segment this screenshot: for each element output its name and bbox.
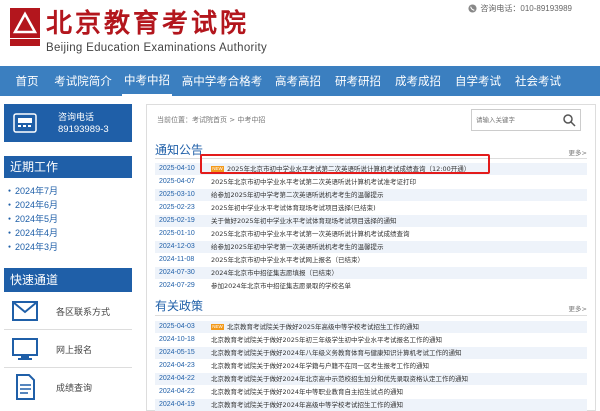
- row-title[interactable]: 关于做好2025年初中学业水平考试体育现场考试项目选择的通知: [211, 215, 397, 227]
- notice-more-link[interactable]: 更多>: [569, 147, 587, 157]
- notice-row[interactable]: 2025-02-23 2025年初中学业水平考试体育现场考试项目选择(已结束): [155, 202, 587, 214]
- notice-row[interactable]: 2024-07-29 参加2024年北京市中招征集志愿录取的学校名单: [155, 280, 587, 292]
- row-date: 2025-02-19: [159, 217, 195, 224]
- search-icon[interactable]: [562, 113, 576, 127]
- row-title[interactable]: 北京教育考试院关于做好2024年学籍与户籍不在同一区考生报考工作的通知: [211, 360, 429, 372]
- row-date: 2025-04-07: [159, 178, 195, 185]
- policy-row[interactable]: 2024-04-23 北京教育考试院关于做好2024年学籍与户籍不在同一区考生报…: [155, 360, 587, 372]
- row-date: 2024-12-03: [159, 243, 195, 250]
- row-date: 2024-11-08: [159, 256, 195, 263]
- month-item[interactable]: 2024年6月: [8, 198, 58, 211]
- header-hotline: 咨询电话：010-89193989: [468, 3, 572, 14]
- policy-row[interactable]: 2024-04-22 北京教育考试院关于做好2024年中等职业教育自主招生试点的…: [155, 386, 587, 398]
- hotline-number: 89193989-3: [58, 124, 109, 135]
- breadcrumb: 当前位置：考试院首页 > 中考中招: [157, 116, 266, 124]
- notice-row[interactable]: 2025-01-10 2025年北京市初中学业水平考试第一次英语听说计算机考试成…: [155, 228, 587, 240]
- row-title[interactable]: 2024年北京市中招征集志愿填报（已结束）: [211, 267, 338, 279]
- new-badge: NEW: [211, 324, 224, 330]
- row-title[interactable]: 2025年北京市初中学业水平考试第一次英语听说计算机考试成绩查询: [211, 228, 410, 240]
- row-date: 2025-01-10: [159, 230, 195, 237]
- quick-access-heading: 快速通道: [4, 268, 132, 292]
- policy-row[interactable]: 2024-05-15 北京教育考试院关于做好2024年八年级义务教育体育与健康知…: [155, 347, 587, 359]
- row-date: 2024-05-15: [159, 349, 195, 356]
- recent-work-heading: 近期工作: [4, 156, 132, 178]
- notice-heading: 通知公告: [155, 143, 204, 157]
- row-date: 2024-04-22: [159, 388, 195, 395]
- telephone-icon: [13, 113, 37, 133]
- policy-heading: 有关政策: [155, 299, 204, 313]
- row-date: 2025-04-10: [159, 165, 195, 172]
- row-date: 2024-04-19: [159, 401, 195, 408]
- document-icon: [16, 374, 35, 400]
- quick-item-contacts[interactable]: 各区联系方式: [4, 292, 132, 330]
- nav-item-xuekao[interactable]: 高中学考合格考: [180, 66, 264, 96]
- logo-icon[interactable]: [10, 8, 40, 46]
- row-title[interactable]: 给参加2025年初中学考第一次英语听说机考考生的温馨提示: [211, 241, 384, 253]
- quick-item-registration[interactable]: 网上报名: [4, 330, 132, 368]
- divider: [155, 315, 587, 316]
- month-item[interactable]: 2024年7月: [8, 184, 58, 197]
- notice-row[interactable]: 2025-02-19 关于做好2025年初中学业水平考试体育现场考试项目选择的通…: [155, 215, 587, 227]
- nav-item-about[interactable]: 考试院简介: [52, 66, 114, 96]
- policy-row[interactable]: 2024-10-18 北京教育考试院关于做好2025年初三年级学生初中学业水平考…: [155, 334, 587, 346]
- month-item[interactable]: 2024年3月: [8, 240, 58, 253]
- row-date: 2025-03-10: [159, 191, 195, 198]
- nav-item-home[interactable]: 首页: [10, 66, 44, 96]
- notice-row[interactable]: 2024-11-08 2025年北京市初中学业水平考试网上报名（已结束）: [155, 254, 587, 266]
- row-date: 2025-04-03: [159, 323, 195, 330]
- notice-row[interactable]: 2024-12-03 给参加2025年初中学考第一次英语听说机考考生的温馨提示: [155, 241, 587, 253]
- site-header: 北京教育考试院 Beijing Education Examinations A…: [0, 0, 600, 66]
- quick-item-scores[interactable]: 成绩查询: [4, 368, 132, 411]
- row-date: 2024-07-29: [159, 282, 195, 289]
- policy-row[interactable]: 2024-04-19 北京教育考试院关于做好2024年高级中等学校考试招生工作的…: [155, 399, 587, 411]
- row-title[interactable]: 北京教育考试院关于做好2025年高级中等学校考试招生工作的通知: [227, 321, 419, 333]
- month-list: 2024年7月 2024年6月 2024年5月 2024年4月 2024年3月: [4, 180, 132, 262]
- contact-icon: [12, 301, 38, 321]
- row-title[interactable]: 北京教育考试院关于做好2025年初三年级学生初中学业水平考试报名工作的通知: [211, 334, 442, 346]
- row-title[interactable]: 2025年北京市初中学业水平考试网上报名（已结束）: [211, 254, 364, 266]
- row-date: 2024-04-23: [159, 362, 195, 369]
- row-title[interactable]: 2025年初中学业水平考试体育现场考试项目选择(已结束): [211, 202, 376, 214]
- policy-row[interactable]: 2025-04-03 NEW 北京教育考试院关于做好2025年高级中等学校考试招…: [155, 321, 587, 333]
- monitor-icon: [12, 338, 38, 360]
- sidebar-hotline: 咨询电话 89193989-3: [4, 104, 132, 142]
- main-content: 当前位置：考试院首页 > 中考中招 通知公告 更多> 2025-04-10 NE…: [146, 104, 596, 411]
- nav-item-yankao[interactable]: 研考研招: [332, 66, 384, 96]
- row-date: 2024-04-22: [159, 375, 195, 382]
- hotline-label: 咨询电话: [58, 113, 95, 123]
- search-input[interactable]: [476, 113, 556, 127]
- policy-row[interactable]: 2024-04-22 北京教育考试院关于做好2024年北京高中示范校招生加分和优…: [155, 373, 587, 385]
- notice-row[interactable]: 2025-03-10 给参加2025年初中学考第二次英语听说机考考生的温馨提示: [155, 189, 587, 201]
- highlight-box: [200, 154, 490, 174]
- main-nav: 首页 考试院简介 中考中招 高中学考合格考 高考高招 研考研招 成考成招 自学考…: [0, 66, 600, 96]
- row-title[interactable]: 北京教育考试院关于做好2024年中等职业教育自主招生试点的通知: [211, 386, 403, 398]
- row-title[interactable]: 北京教育考试院关于做好2024年八年级义务教育体育与健康知识计算机考试工作的通知: [211, 347, 462, 359]
- row-date: 2025-02-23: [159, 204, 195, 211]
- notice-row[interactable]: 2025-04-07 2025年北京市初中学业水平考试第二次英语听说计算机考试准…: [155, 176, 587, 188]
- month-item[interactable]: 2024年5月: [8, 212, 58, 225]
- nav-item-gaokao[interactable]: 高考高招: [272, 66, 324, 96]
- row-title[interactable]: 2025年北京市初中学业水平考试第二次英语听说计算机考试准考证打印: [211, 176, 416, 188]
- row-title[interactable]: 给参加2025年初中学考第二次英语听说机考考生的温馨提示: [211, 189, 384, 201]
- row-title[interactable]: 北京教育考试院关于做好2024年北京高中示范校招生加分和优先录取资格认定工作的通…: [211, 373, 468, 385]
- notice-row[interactable]: 2024-07-30 2024年北京市中招征集志愿填报（已结束）: [155, 267, 587, 279]
- hotline-text: 咨询电话：010-89193989: [480, 4, 572, 13]
- search-box: [471, 109, 581, 131]
- nav-item-zhongkao[interactable]: 中考中招: [122, 66, 172, 96]
- site-title: 北京教育考试院: [46, 9, 250, 39]
- row-title[interactable]: 参加2024年北京市中招征集志愿录取的学校名单: [211, 280, 351, 292]
- nav-item-shehui[interactable]: 社会考试: [512, 66, 564, 96]
- quick-item-label: 网上报名: [56, 346, 93, 356]
- site-subtitle: Beijing Education Examinations Authority: [46, 42, 268, 54]
- quick-item-label: 各区联系方式: [56, 308, 111, 318]
- nav-item-chengkao[interactable]: 成考成招: [392, 66, 444, 96]
- row-date: 2024-10-18: [159, 336, 195, 343]
- row-date: 2024-07-30: [159, 269, 195, 276]
- quick-item-label: 成绩查询: [56, 384, 93, 394]
- row-title[interactable]: 北京教育考试院关于做好2024年高级中等学校考试招生工作的通知: [211, 399, 403, 411]
- policy-more-link[interactable]: 更多>: [569, 303, 587, 313]
- month-item[interactable]: 2024年4月: [8, 226, 58, 239]
- nav-item-zikao[interactable]: 自学考试: [452, 66, 504, 96]
- phone-icon: [468, 4, 477, 13]
